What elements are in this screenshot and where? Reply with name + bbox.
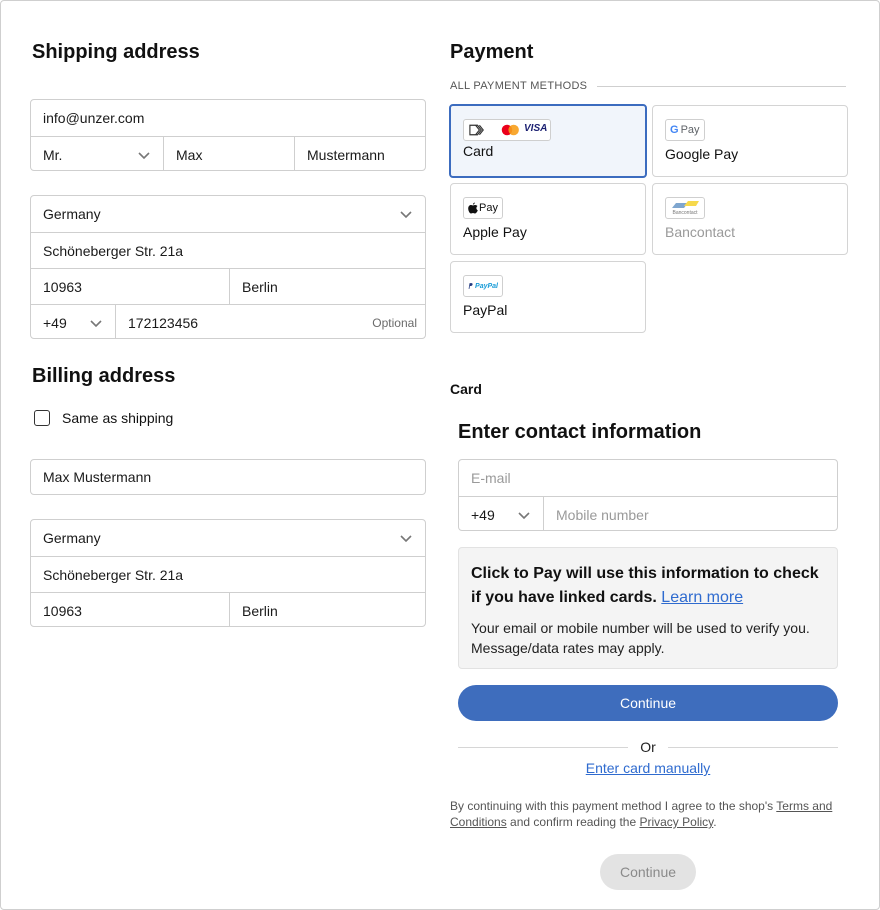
billing-city-field[interactable]: Berlin [229, 593, 425, 626]
contact-phone-prefix-select[interactable]: +49 [459, 497, 543, 530]
enter-card-manually-link[interactable]: Enter card manually [458, 760, 838, 776]
chevron-down-icon [90, 319, 102, 327]
google-g-icon: G [670, 124, 679, 136]
apple-pay-text: Pay [479, 202, 498, 214]
all-payment-methods-label: ALL PAYMENT METHODS [450, 80, 588, 92]
country-value: Germany [43, 206, 101, 222]
billing-zip-field[interactable]: 10963 [31, 593, 229, 626]
payment-method-card[interactable]: VISA Card [449, 104, 647, 178]
bancontact-icon [672, 201, 699, 208]
shipping-zip-field[interactable]: 10963 [31, 269, 229, 304]
payment-method-apple-pay[interactable]: Pay Apple Pay [450, 183, 646, 255]
shipping-salutation-select[interactable]: Mr. [31, 137, 163, 170]
same-as-shipping-checkbox[interactable]: Same as shipping [34, 410, 173, 426]
salutation-value: Mr. [43, 146, 63, 163]
phone-prefix-value: +49 [43, 314, 67, 331]
apple-pay-logo: Pay [463, 197, 503, 219]
shipping-last-name-field[interactable]: Mustermann [294, 137, 425, 170]
billing-name-field[interactable]: Max Mustermann [31, 460, 425, 494]
visa-logo: VISA [524, 123, 548, 134]
payment-method-label: Card [463, 143, 494, 159]
privacy-link[interactable]: Privacy Policy [639, 815, 713, 829]
info-strong-text: Click to Pay will use this information t… [471, 565, 819, 606]
payment-method-label: Apple Pay [463, 224, 527, 240]
shipping-phone-prefix-select[interactable]: +49 [31, 305, 115, 338]
paypal-logo: PayPal [463, 275, 503, 297]
phone-value: 172123456 [128, 314, 199, 331]
info-small-text: Your email or mobile number will be used… [471, 620, 810, 656]
or-divider: Or [458, 739, 838, 755]
payment-method-paypal[interactable]: PayPal PayPal [450, 261, 646, 333]
bancontact-logo-text: Bancontact [672, 210, 698, 216]
checkbox-box[interactable] [34, 410, 50, 426]
shipping-country-select[interactable]: Germany [31, 196, 425, 232]
google-pay-text: Pay [680, 124, 700, 136]
same-as-shipping-label: Same as shipping [62, 410, 174, 426]
divider-line [597, 85, 846, 87]
billing-address-group: Germany Schöneberger Str. 21a 10963 Berl… [30, 519, 426, 627]
learn-more-link[interactable]: Learn more [661, 589, 743, 606]
billing-street-field[interactable]: Schöneberger Str. 21a [31, 557, 425, 592]
click-to-pay-info: Click to Pay will use this information t… [458, 547, 838, 669]
chevron-down-icon [518, 511, 530, 519]
divider-line [667, 746, 838, 748]
chevron-down-icon [400, 535, 412, 543]
payment-method-google-pay[interactable]: G Pay Google Pay [652, 105, 848, 177]
shipping-personal-group: info@unzer.com Mr. Max Mustermann [30, 99, 426, 171]
selected-method-heading: Card [450, 381, 482, 397]
payment-method-bancontact[interactable]: Bancontact Bancontact [652, 183, 848, 255]
bancontact-logo: Bancontact [665, 197, 705, 219]
contact-mobile-input[interactable]: Mobile number [543, 497, 837, 530]
info-heading: Click to Pay will use this information t… [471, 562, 825, 610]
contact-group: E-mail +49 Mobile number [458, 459, 838, 531]
contact-email-input[interactable]: E-mail [459, 460, 837, 496]
shipping-address-group: Germany Schöneberger Str. 21a 10963 Berl… [30, 195, 426, 339]
continue-button[interactable]: Continue [458, 685, 838, 721]
phone-prefix-value: +49 [471, 506, 495, 523]
or-label: Or [640, 739, 656, 755]
google-pay-logo: G Pay [665, 119, 705, 141]
card-logos: VISA [463, 119, 551, 141]
chevron-down-icon [400, 211, 412, 219]
paypal-logo-text: PayPal [475, 282, 498, 290]
apple-icon [468, 202, 478, 214]
billing-name-group: Max Mustermann [30, 459, 426, 495]
payment-method-label: Bancontact [665, 224, 736, 240]
payment-title: Payment [450, 41, 534, 63]
legal-text: By continuing with this payment method I… [450, 798, 846, 830]
all-payment-methods-divider: ALL PAYMENT METHODS [450, 80, 846, 92]
shipping-email-field[interactable]: info@unzer.com [31, 100, 425, 136]
chevron-down-icon [138, 151, 150, 159]
shipping-title: Shipping address [32, 41, 200, 63]
shipping-street-field[interactable]: Schöneberger Str. 21a [31, 233, 425, 268]
country-value: Germany [43, 530, 101, 546]
legal-prefix: By continuing with this payment method I… [450, 799, 774, 813]
shipping-first-name-field[interactable]: Max [163, 137, 294, 170]
billing-title: Billing address [32, 365, 176, 387]
contact-title: Enter contact information [458, 421, 702, 443]
continue-button-disabled[interactable]: Continue [600, 854, 696, 890]
payment-method-label: Google Pay [665, 146, 739, 162]
billing-country-select[interactable]: Germany [31, 520, 425, 556]
payment-method-label: PayPal [463, 302, 508, 318]
paypal-icon [468, 283, 473, 289]
legal-suffix: . [713, 815, 717, 829]
legal-middle: and confirm reading the [510, 815, 637, 829]
shipping-phone-field[interactable]: 172123456 Optional [115, 305, 425, 338]
shipping-city-field[interactable]: Berlin [229, 269, 425, 304]
divider-line [458, 746, 629, 748]
optional-hint: Optional [372, 315, 417, 330]
